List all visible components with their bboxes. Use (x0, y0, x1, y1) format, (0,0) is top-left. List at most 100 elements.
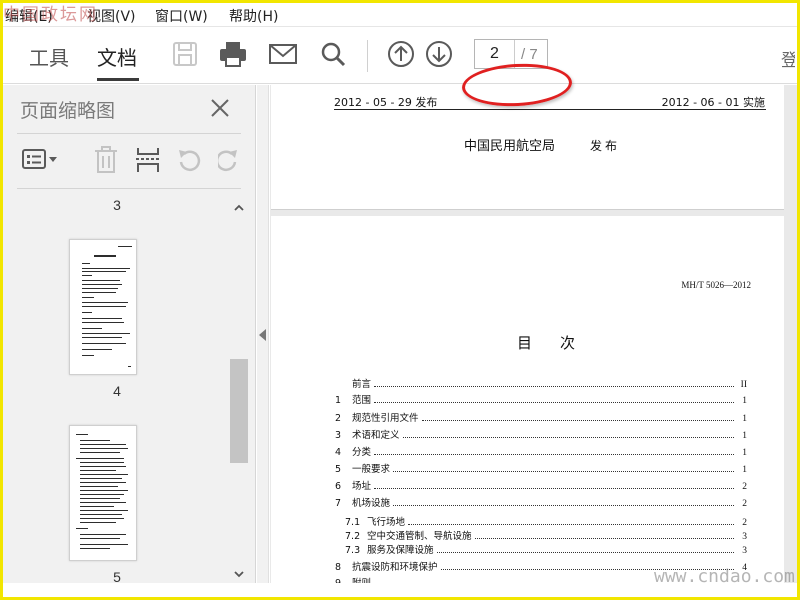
toc-leader-dots (402, 437, 734, 438)
scrollbar-thumb[interactable] (230, 359, 248, 463)
tab-tools[interactable]: 工具 (29, 42, 69, 71)
toc-leader-dots (408, 524, 734, 525)
toc-entry-title: 场址 (352, 481, 372, 492)
toc-leader-dots (421, 420, 734, 421)
toc-leader-dots (374, 402, 734, 403)
toc-entry-page: 1 (742, 396, 747, 406)
toc-entry-number: 2 (335, 413, 342, 424)
toc-leader-dots (474, 538, 734, 539)
site-watermark-top: 中国政坛网 (3, 5, 98, 25)
page-navigator: / 7 (474, 39, 548, 69)
standard-code: MH/T 5026—2012 (681, 280, 751, 290)
undo-icon[interactable] (175, 145, 203, 175)
toc-entry[interactable]: 1 范围 1 (335, 392, 747, 406)
document-view[interactable]: 2012 - 05 - 29 发布 2012 - 06 - 01 实施 中国民用… (270, 85, 797, 583)
toc-entry-title: 空中交通管制、导航设施 (367, 531, 472, 542)
toolbar-separator (367, 40, 368, 72)
toc-leader-dots (374, 488, 734, 489)
toc-entry-page: 3 (742, 546, 747, 556)
search-icon[interactable] (317, 38, 349, 70)
toc-entry[interactable]: 4 分类 1 (335, 444, 747, 458)
toc-entry-page: 1 (742, 414, 747, 424)
toc-entry[interactable]: 7.2 空中交通管制、导航设施 3 (345, 528, 747, 542)
toc-entry-title: 一般要求 (352, 464, 391, 475)
toc-entry[interactable]: 3 术语和定义 1 (335, 427, 747, 441)
toolbar-signin-text[interactable]: 登 (781, 46, 795, 71)
toc-entry[interactable]: 2 规范性引用文件 1 (335, 410, 747, 424)
tab-document[interactable]: 文档 (97, 42, 137, 71)
delete-icon[interactable] (91, 145, 121, 175)
toolbar: 工具 文档 / 7 登 (3, 28, 797, 109)
page-thumbnail[interactable] (69, 239, 137, 375)
toc-entry-title: 范围 (352, 395, 372, 406)
toc-entry-title: 分类 (352, 447, 372, 458)
issue-date: 2012 - 05 - 29 发布 (334, 96, 438, 109)
chevron-left-icon[interactable] (259, 329, 266, 341)
panel-title: 页面缩略图 (20, 100, 116, 122)
toc-entry-number: 4 (335, 447, 342, 458)
page-down-icon[interactable] (423, 38, 455, 70)
toc-entry[interactable]: 7.1 飞行场地 2 (345, 514, 747, 528)
toc-entry-page: 1 (742, 465, 747, 475)
toc-entry[interactable]: 7.3 服务及保障设施 3 (345, 542, 747, 556)
page-thumbnail[interactable] (69, 425, 137, 561)
toc-entry-number: 7.3 (345, 545, 361, 556)
panel-divider (17, 133, 241, 134)
site-watermark-bottom: www.cndao.com (654, 566, 795, 587)
toc-leader-dots (393, 471, 734, 472)
toc-entry-number: 5 (335, 464, 342, 475)
menu-window[interactable]: 窗口(W) (155, 6, 208, 26)
thumbnail-panel: 页面缩略图 3 4 5 (3, 85, 256, 585)
page-total-label: / 7 (521, 46, 538, 63)
thumbnail-label: 5 (113, 569, 121, 585)
toc-entry-page: 3 (742, 532, 747, 542)
options-menu-icon[interactable] (21, 145, 61, 175)
thumbnail-label: 3 (113, 197, 121, 213)
toc-entry[interactable]: 7 机场设施 2 (335, 495, 747, 509)
issuer-name: 中国民用航空局 (464, 139, 556, 154)
issue-word: 发布 (590, 139, 621, 153)
toc-entry-number: 7.2 (345, 531, 361, 542)
active-tab-indicator (97, 78, 139, 81)
page-up-icon[interactable] (385, 38, 417, 70)
redo-icon[interactable] (217, 145, 241, 175)
toc-entry-number: 6 (335, 481, 342, 492)
print-icon[interactable] (217, 38, 249, 70)
document-page-current: MH/T 5026—2012 目次 前言 II 1 范围 1 2 规范性引用文件 1 3 术语和定… (271, 216, 784, 583)
chevron-down-icon[interactable] (233, 565, 245, 578)
insert-page-icon[interactable] (133, 145, 163, 175)
toc-entry-number: 1 (335, 395, 342, 406)
toc-entry-number: 7.1 (345, 517, 361, 528)
panel-divider (17, 188, 241, 189)
toc-entry[interactable]: 6 场址 2 (335, 478, 747, 492)
toc-entry[interactable]: 5 一般要求 1 (335, 461, 747, 475)
close-icon[interactable] (207, 95, 233, 121)
chevron-up-icon[interactable] (233, 199, 245, 211)
toc-entry-page: 2 (742, 499, 747, 509)
toc-entry-page: 2 (742, 518, 747, 528)
toc-leader-dots (374, 386, 734, 387)
thumbnail-label: 4 (113, 383, 121, 399)
toc-entry-title: 规范性引用文件 (352, 413, 419, 424)
toc-entry-number: 8 (335, 562, 342, 573)
toc-entry-title: 抗震设防和环境保护 (352, 562, 438, 573)
page-number-input[interactable] (475, 40, 515, 68)
toc-leader-dots (393, 505, 734, 506)
toc-entry-page: 1 (742, 431, 747, 441)
toc-entry-page: 2 (742, 482, 747, 492)
panel-collapse-handle[interactable] (257, 85, 269, 583)
save-icon[interactable] (169, 38, 201, 70)
header-rule (334, 109, 766, 110)
document-page-previous: 2012 - 05 - 29 发布 2012 - 06 - 01 实施 中国民用… (271, 85, 784, 210)
toc-entry-title: 术语和定义 (352, 430, 400, 441)
email-icon[interactable] (267, 38, 299, 70)
document-scrollbar[interactable] (784, 85, 797, 583)
menu-help[interactable]: 帮助(H) (229, 6, 278, 26)
toc-entry-title: 前言 (352, 379, 372, 390)
implement-date: 2012 - 06 - 01 实施 (661, 96, 765, 109)
toc-leader-dots (436, 552, 734, 553)
toc-entry[interactable]: 前言 II (335, 376, 747, 390)
toc-entry-number: 7 (335, 498, 342, 509)
thumbnail-scrollbar[interactable] (228, 197, 250, 582)
toc-entry-number: 9 (335, 578, 352, 583)
